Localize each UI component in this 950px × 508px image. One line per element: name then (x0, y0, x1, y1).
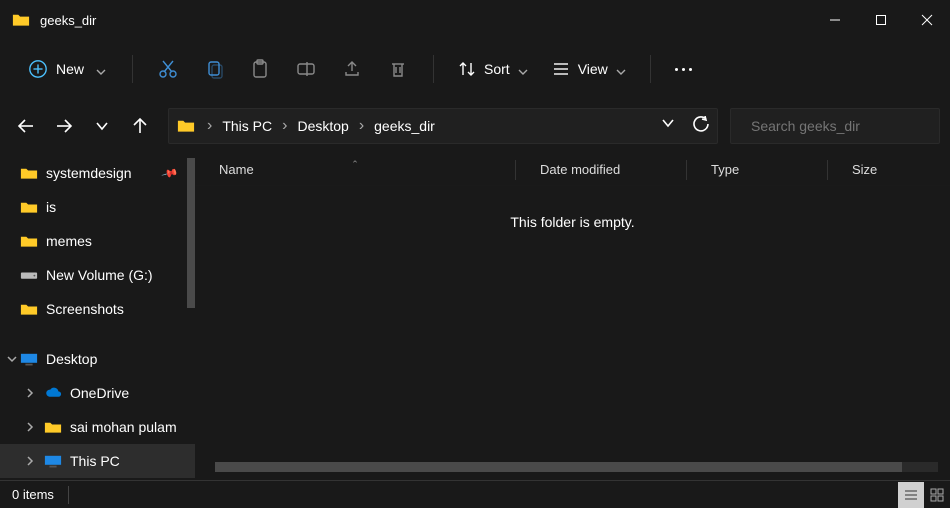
chevron-right-icon: › (276, 117, 293, 135)
sidebar-item[interactable]: sai mohan pulam (0, 410, 195, 444)
refresh-button[interactable] (693, 116, 709, 137)
chevron-right-icon[interactable] (22, 387, 38, 399)
sidebar-item-label: New Volume (G:) (46, 267, 153, 283)
share-button[interactable] (331, 49, 373, 89)
view-label: View (578, 61, 608, 77)
navigation-row: › This PC › Desktop › geeks_dir (0, 98, 950, 154)
pc-icon (44, 453, 62, 469)
breadcrumb-item[interactable]: Desktop (293, 118, 352, 134)
sort-asc-icon: ⌃ (351, 159, 359, 170)
column-name[interactable]: Name⌃ (195, 162, 515, 177)
up-button[interactable] (124, 110, 156, 142)
folder-icon (177, 119, 195, 133)
folder-icon (44, 419, 62, 435)
body: systemdesign 📌 is memes New Volume (G:) Scree… (0, 154, 950, 480)
address-actions (661, 116, 709, 137)
file-list-area: Name⌃ Date modified Type Size This folde… (195, 154, 950, 480)
breadcrumb-item[interactable]: This PC (218, 118, 276, 134)
folder-icon (20, 165, 38, 181)
view-button[interactable]: View (542, 54, 636, 84)
window-controls (812, 0, 950, 40)
cut-button[interactable] (147, 49, 189, 89)
chevron-down-icon (518, 64, 528, 74)
column-headers: Name⌃ Date modified Type Size (195, 154, 950, 186)
sort-label: Sort (484, 61, 510, 77)
back-button[interactable] (10, 110, 42, 142)
chevron-down-icon[interactable] (4, 353, 20, 365)
title-bar: geeks_dir (0, 0, 950, 40)
sidebar-item[interactable]: This PC (0, 444, 195, 478)
sidebar-item[interactable]: memes (0, 224, 195, 258)
minimize-button[interactable] (812, 0, 858, 40)
chevron-right-icon[interactable] (22, 421, 38, 433)
divider (68, 486, 69, 504)
pin-icon: 📌 (161, 164, 179, 182)
sidebar-item[interactable]: New Volume (G:) (0, 258, 195, 292)
chevron-down-icon[interactable] (661, 116, 675, 137)
sidebar-item[interactable]: Desktop (0, 342, 195, 376)
sidebar-item-label: memes (46, 233, 92, 249)
empty-folder-message: This folder is empty. (195, 214, 950, 230)
sidebar-item[interactable]: Screenshots (0, 292, 195, 326)
toolbar: New Sort View (0, 40, 950, 98)
horizontal-scrollbar[interactable] (215, 462, 938, 472)
new-label: New (56, 61, 84, 77)
divider (433, 55, 434, 83)
column-date[interactable]: Date modified (516, 162, 686, 177)
sidebar-item-label: This PC (70, 453, 120, 469)
divider (132, 55, 133, 83)
cloud-icon (44, 385, 62, 401)
chevron-right-icon: › (353, 117, 370, 135)
details-view-button[interactable] (898, 482, 924, 508)
item-count: 0 items (12, 487, 54, 502)
sidebar-item-label: Desktop (46, 351, 97, 367)
chevron-right-icon: › (201, 117, 218, 135)
more-button[interactable] (665, 68, 702, 71)
view-toggles (898, 482, 950, 508)
chevron-down-icon (96, 64, 106, 74)
folder-icon (20, 233, 38, 249)
breadcrumb-item[interactable]: geeks_dir (370, 118, 439, 134)
close-button[interactable] (904, 0, 950, 40)
sidebar-item-label: is (46, 199, 56, 215)
sidebar-item-label: Screenshots (46, 301, 124, 317)
sort-button[interactable]: Sort (448, 54, 538, 84)
pc-icon (20, 351, 38, 367)
sidebar-item-label: sai mohan pulam (70, 419, 177, 435)
column-type[interactable]: Type (687, 162, 827, 177)
column-size[interactable]: Size (828, 162, 898, 177)
drive-icon (20, 267, 38, 283)
sidebar-item-label: OneDrive (70, 385, 129, 401)
delete-button[interactable] (377, 49, 419, 89)
thumbnails-view-button[interactable] (924, 482, 950, 508)
search-box[interactable] (730, 108, 940, 144)
folder-icon (12, 13, 30, 27)
chevron-right-icon[interactable] (22, 455, 38, 467)
navigation-pane: systemdesign 📌 is memes New Volume (G:) Scree… (0, 154, 195, 480)
plus-circle-icon (28, 59, 48, 79)
status-bar: 0 items (0, 480, 950, 508)
window-title: geeks_dir (40, 13, 96, 28)
folder-icon (20, 199, 38, 215)
copy-button[interactable] (193, 49, 235, 89)
divider (650, 55, 651, 83)
maximize-button[interactable] (858, 0, 904, 40)
scrollbar-thumb[interactable] (215, 462, 902, 472)
forward-button[interactable] (48, 110, 80, 142)
sidebar-item[interactable]: is (0, 190, 195, 224)
address-bar[interactable]: › This PC › Desktop › geeks_dir (168, 108, 718, 144)
scrollbar[interactable] (187, 158, 195, 308)
chevron-down-icon (616, 64, 626, 74)
recent-button[interactable] (86, 110, 118, 142)
folder-icon (20, 301, 38, 317)
rename-button[interactable] (285, 49, 327, 89)
new-button[interactable]: New (16, 53, 118, 85)
sidebar-item-label: systemdesign (46, 165, 132, 181)
paste-button[interactable] (239, 49, 281, 89)
search-input[interactable] (751, 118, 932, 134)
sidebar-item[interactable]: systemdesign 📌 (0, 156, 195, 190)
sidebar-item[interactable]: OneDrive (0, 376, 195, 410)
